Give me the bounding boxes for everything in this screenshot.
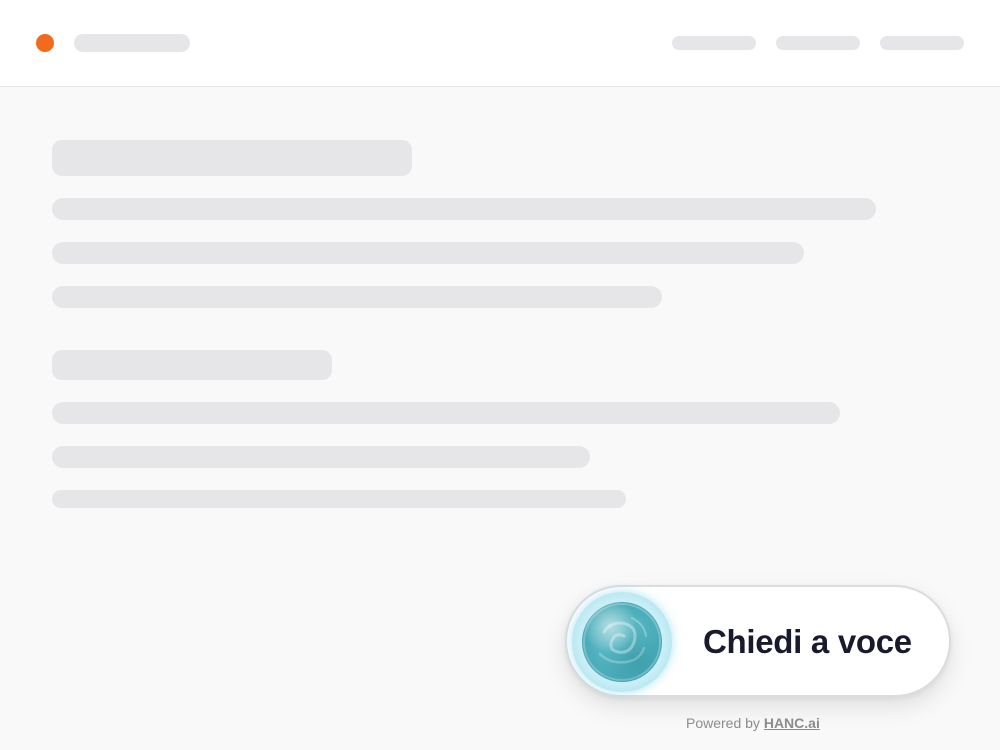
voice-orb-icon [582,602,662,682]
text-line-placeholder [52,446,590,468]
text-line-placeholder [52,286,662,308]
text-line-placeholder [52,198,876,220]
heading-placeholder [52,140,412,176]
powered-by: Powered by HANC.ai [686,715,820,731]
text-line-placeholder [52,490,626,508]
brand-name-placeholder [74,34,190,52]
orb-texture [583,603,661,681]
nav-item-placeholder[interactable] [880,36,964,50]
header [0,0,1000,87]
text-line-placeholder [52,242,804,264]
ask-by-voice-button[interactable]: Chiedi a voce [565,585,951,697]
logo-icon[interactable] [36,34,54,52]
subheading-placeholder [52,350,332,380]
nav-item-placeholder[interactable] [776,36,860,50]
hanc-ai-link[interactable]: HANC.ai [764,715,820,731]
nav-item-placeholder[interactable] [672,36,756,50]
voice-orb-ring [572,592,672,692]
powered-by-prefix: Powered by [686,715,760,731]
ask-by-voice-label: Chiedi a voce [703,623,912,660]
text-line-placeholder [52,402,840,424]
page: Chiedi a voce Powered by HANC.ai [0,0,1000,750]
